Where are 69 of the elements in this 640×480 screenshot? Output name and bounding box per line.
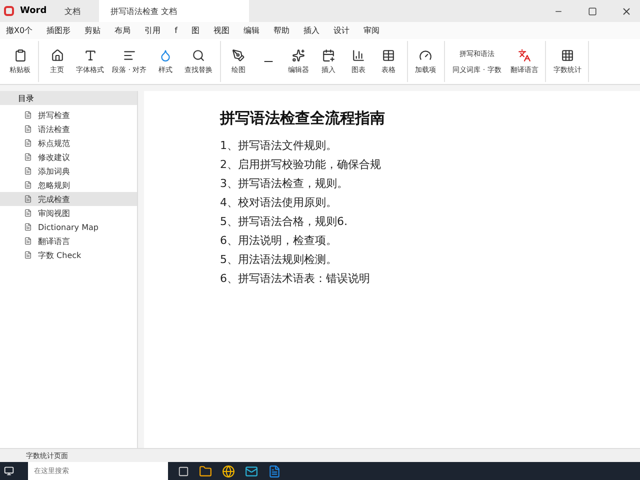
list-item: 1、拼写语法文件规则。 [220,138,338,154]
list-item: 3、拼写语法检查，规则。 [220,176,349,192]
mail-icon[interactable] [245,464,258,478]
sidebar-header: 目录 [0,91,137,105]
menu-item[interactable]: 审阅 [363,25,380,36]
document-tab[interactable]: 文档 [52,0,93,22]
calendar-icon [322,48,336,62]
menu-item[interactable]: 剪贴 [84,25,101,36]
droplet-icon [159,48,172,62]
menu-item[interactable]: 图 [191,25,200,36]
file-icon[interactable] [268,464,281,478]
pen-icon [232,48,246,62]
clipboard-icon [14,48,26,62]
menu-item[interactable]: 编辑 [243,25,260,36]
grid-icon [560,48,574,62]
sidebar-item[interactable]: 拼写检查 [0,108,137,122]
menu-item[interactable]: 帮助 [273,25,290,36]
page-icon [24,237,32,245]
app-logo-icon [4,6,14,16]
close-icon [620,6,632,16]
sidebar-item[interactable]: 修改建议 [0,150,137,164]
chart-icon [352,48,366,62]
page-icon [24,139,32,147]
task-view-icon[interactable] [178,466,189,476]
document-tab[interactable]: 拼写语法检查 文档 [98,0,249,22]
menu-item[interactable]: 布局 [114,25,131,36]
menu-item[interactable]: 插入 [303,25,320,36]
table-icon [382,48,396,62]
menu-item[interactable]: 插图形 [46,25,71,36]
list-item: 6、用法说明，检查项。 [220,233,338,249]
sparkle-icon [292,48,306,62]
sidebar-item[interactable]: 字数 Check [0,248,137,262]
page-icon [24,181,32,189]
menu-item[interactable]: 引用 [144,25,161,36]
menu-item[interactable]: 撤X0个 [6,25,33,36]
page-icon [24,125,32,133]
sidebar-item[interactable]: 完成检查 [0,192,137,206]
page-icon [24,167,32,175]
document-heading: 拼写语法检查全流程指南 [220,109,386,128]
list-item: 4、校对语法使用原则。 [220,195,338,211]
folder-icon[interactable] [199,464,212,478]
page-icon [24,209,32,217]
page-icon [24,195,32,203]
list-item: 2、启用拼写校验功能，确保合规 [220,157,382,173]
text-icon [84,48,96,62]
menu-item[interactable]: f [174,26,178,35]
sidebar-item[interactable]: 标点规范 [0,136,137,150]
list-item: 5、用法语法规则检测。 [220,252,338,268]
menu-item[interactable]: 设计 [333,25,350,36]
paragraph-icon [122,48,136,62]
sidebar-item[interactable]: 忽略规则 [0,178,137,192]
menu-item[interactable]: 视图 [213,25,230,36]
list-item: 6、拼写语法术语表：错误说明 [220,271,371,287]
sidebar-item[interactable]: 语法检查 [0,122,137,136]
page-icon [24,251,32,259]
page-icon [24,111,32,119]
sidebar-item[interactable]: 添加词典 [0,164,137,178]
globe-icon[interactable] [222,464,235,478]
sidebar-item[interactable]: 审阅视图 [0,206,137,220]
sidebar-item[interactable]: 翻译语言 [0,234,137,248]
page-icon [24,223,32,231]
app-name: Word [20,6,47,16]
sidebar-item[interactable]: Dictionary Map [0,220,137,234]
search-icon [192,48,206,62]
maximize-icon [588,6,596,16]
list-item: 5、拼写语法合格，规则6. [220,214,348,230]
house-icon [50,48,64,62]
page-icon [24,153,32,161]
gauge-icon [419,48,432,62]
